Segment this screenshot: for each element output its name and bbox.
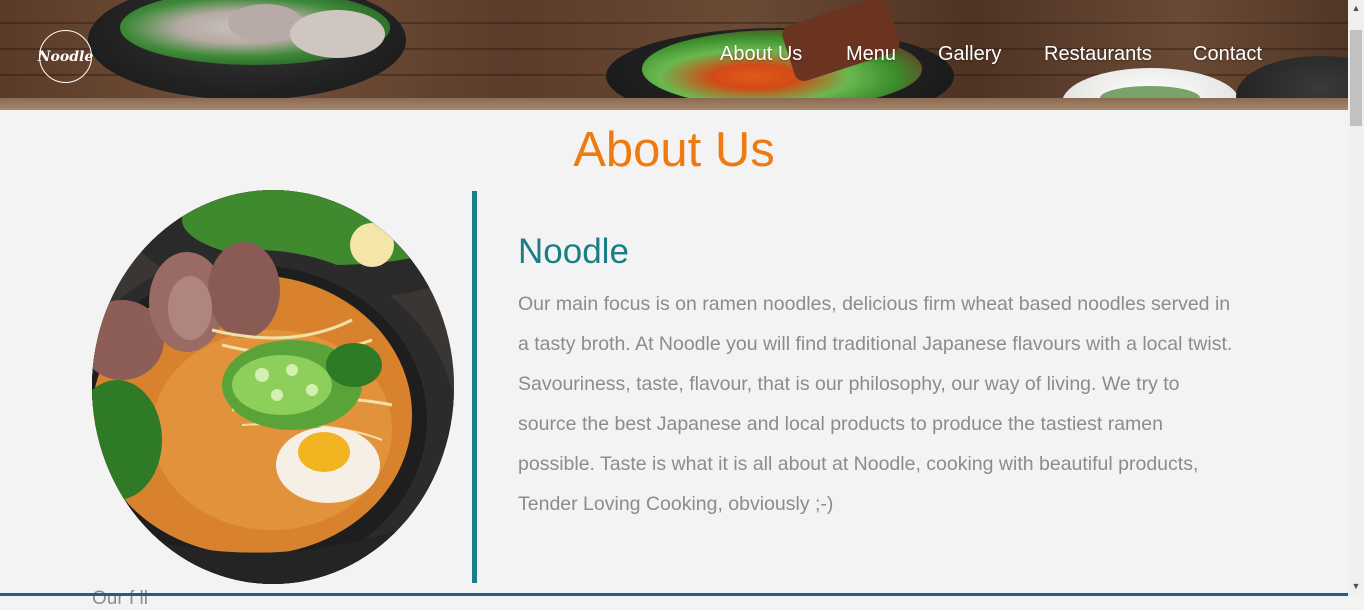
scroll-up-arrow-icon[interactable]: ▲ xyxy=(1348,0,1364,16)
nav-gallery[interactable]: Gallery xyxy=(938,43,1001,66)
table-edge xyxy=(0,98,1348,110)
section-heading: Noodle xyxy=(518,232,629,271)
page-title: About Us xyxy=(573,123,775,177)
section-divider xyxy=(472,191,477,583)
scroll-thumb[interactable] xyxy=(1350,30,1362,126)
logo-text: Noodle xyxy=(37,48,94,65)
nav-about-us[interactable]: About Us xyxy=(720,43,802,66)
site-header: Noodle About Us Menu Gallery Restaurants… xyxy=(0,0,1348,110)
ramen-illustration xyxy=(92,190,454,584)
header-meat xyxy=(290,10,385,58)
ramen-photo xyxy=(92,190,454,584)
site-logo[interactable]: Noodle xyxy=(37,30,94,83)
vertical-scrollbar[interactable]: ▲ ▼ xyxy=(1348,0,1364,596)
scroll-down-arrow-icon[interactable]: ▼ xyxy=(1348,578,1364,594)
nav-contact[interactable]: Contact xyxy=(1193,43,1262,66)
section-body-text: Our main focus is on ramen noodles, deli… xyxy=(518,293,1233,515)
nav-restaurants[interactable]: Restaurants xyxy=(1044,43,1152,66)
nav-menu[interactable]: Menu xyxy=(846,43,896,66)
cut-off-text: Our f ll xyxy=(92,588,148,609)
